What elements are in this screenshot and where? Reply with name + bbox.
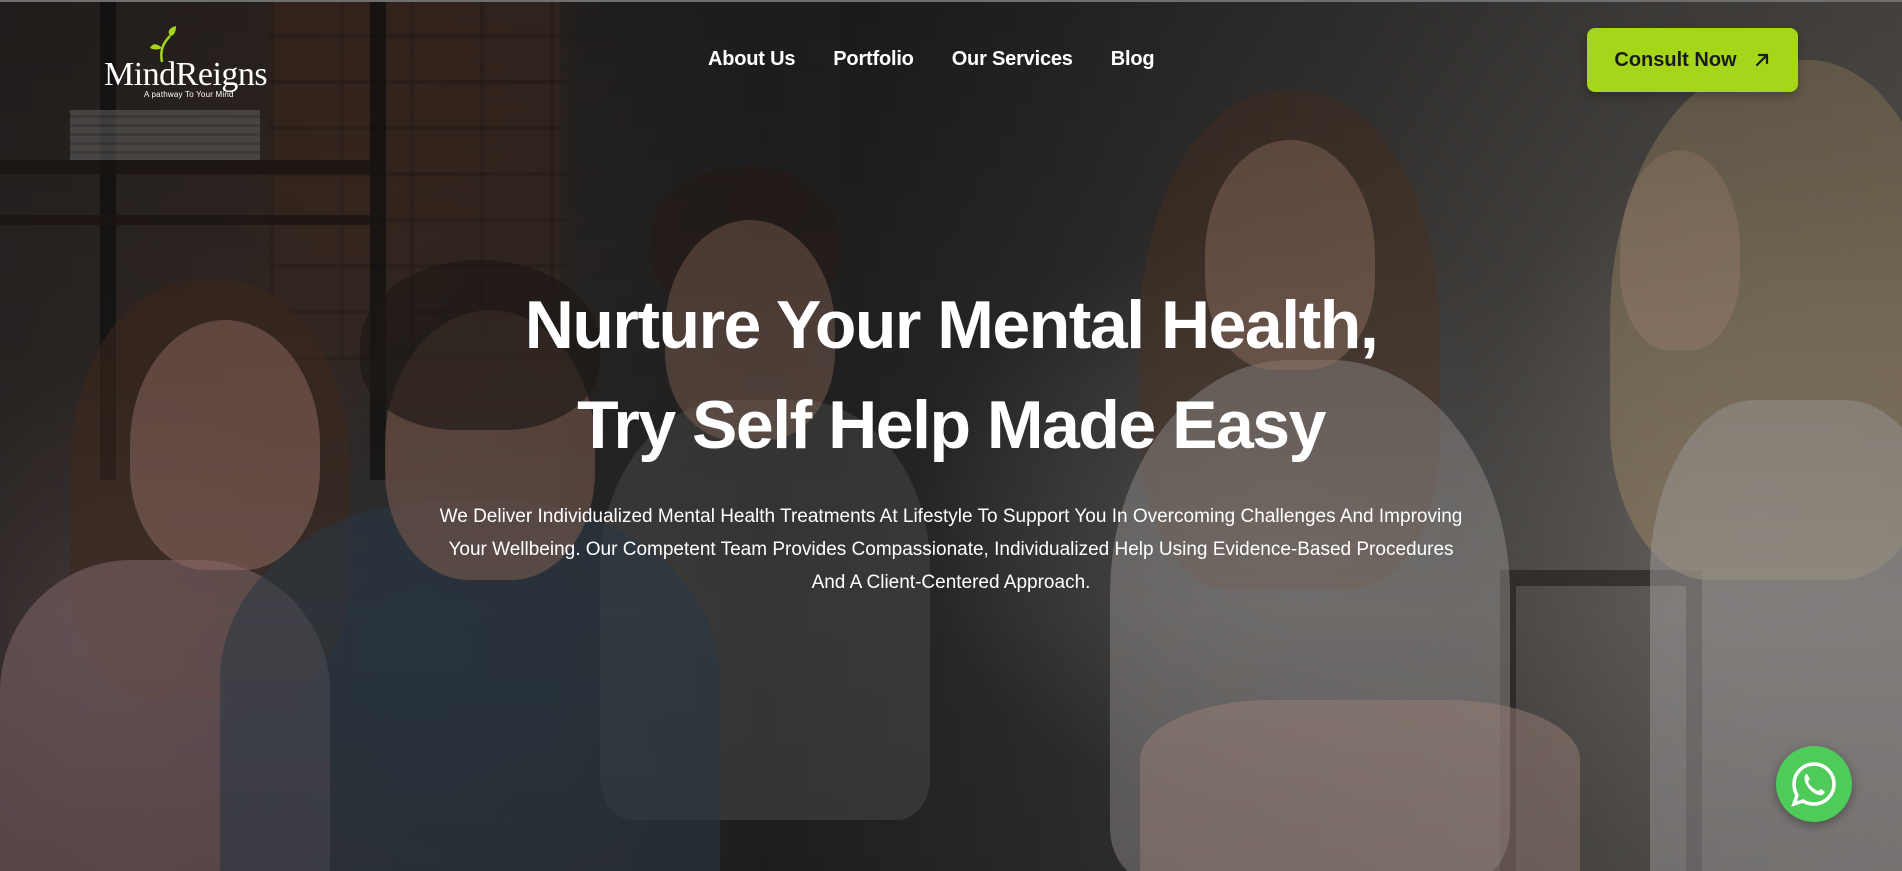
nav-portfolio[interactable]: Portfolio xyxy=(833,48,914,71)
hero-headline-line1: Nurture Your Mental Health, xyxy=(524,287,1379,363)
site-logo[interactable]: MindReigns A pathway To Your Mind xyxy=(100,26,280,99)
whatsapp-button[interactable] xyxy=(1776,746,1852,822)
hero-section: MindReigns A pathway To Your Mind About … xyxy=(0,0,1902,871)
main-nav: About Us Portfolio Our Services Blog xyxy=(708,48,1155,71)
consult-now-button[interactable]: Consult Now xyxy=(1587,28,1798,92)
site-header: MindReigns A pathway To Your Mind About … xyxy=(0,0,1902,120)
hero-headline-line2: Try Self Help Made Easy xyxy=(577,387,1326,463)
nav-blog[interactable]: Blog xyxy=(1111,48,1155,71)
logo-wordmark: MindReigns xyxy=(104,56,268,93)
logo-tagline: A pathway To Your Mind xyxy=(144,90,234,99)
arrow-up-right-icon xyxy=(1755,53,1768,67)
consult-now-label: Consult Now xyxy=(1614,48,1737,71)
whatsapp-icon xyxy=(1791,762,1836,807)
nav-our-services[interactable]: Our Services xyxy=(952,48,1073,71)
nav-about-us[interactable]: About Us xyxy=(708,48,795,71)
hero-description: We Deliver Individualized Mental Health … xyxy=(439,506,1463,593)
